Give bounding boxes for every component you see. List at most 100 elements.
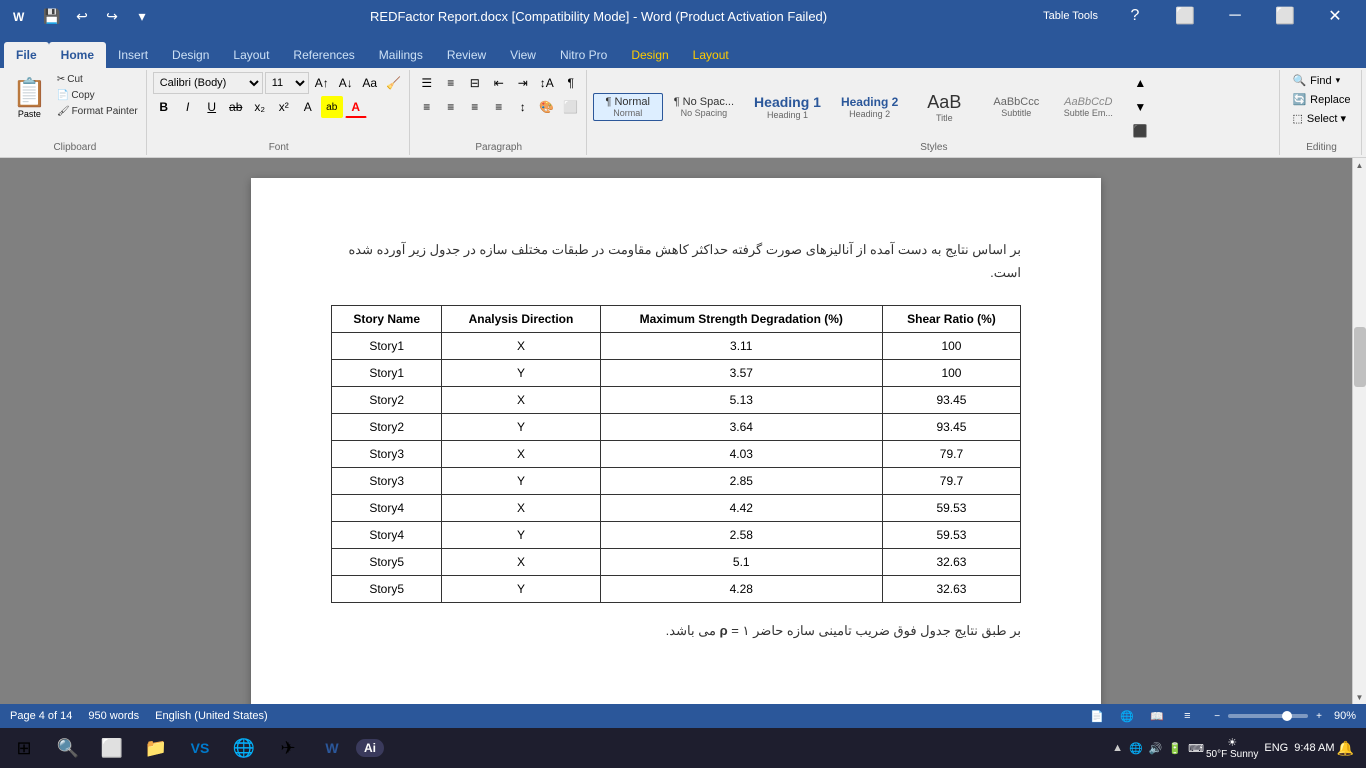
multilevel-btn[interactable]: ⊟ bbox=[464, 72, 486, 94]
increase-indent-btn[interactable]: ⇥ bbox=[512, 72, 534, 94]
font-name-select[interactable]: Calibri (Body) bbox=[153, 72, 263, 94]
maximize-btn[interactable]: ⬜ bbox=[1262, 0, 1308, 32]
network-icon[interactable]: 🌐 bbox=[1129, 742, 1143, 755]
line-spacing-btn[interactable]: ↕ bbox=[512, 96, 534, 118]
scroll-down-arrow[interactable]: ▼ bbox=[1353, 690, 1366, 704]
styles-expand[interactable]: ⬛ bbox=[1129, 120, 1151, 142]
highlight-color-btn[interactable]: ab bbox=[321, 96, 343, 118]
styles-scroll-up[interactable]: ▲ bbox=[1129, 72, 1151, 94]
tab-review[interactable]: Review bbox=[435, 42, 498, 68]
word-count: 950 words bbox=[88, 710, 139, 722]
scroll-thumb[interactable] bbox=[1354, 327, 1366, 387]
outline-view-btn[interactable]: ≡ bbox=[1176, 707, 1198, 725]
font-size-select[interactable]: 11 bbox=[265, 72, 309, 94]
subscript-btn[interactable]: x₂ bbox=[249, 96, 271, 118]
zoom-minus-btn[interactable]: − bbox=[1214, 711, 1220, 722]
align-left-btn[interactable]: ≡ bbox=[416, 96, 438, 118]
tab-design[interactable]: Design bbox=[160, 42, 221, 68]
start-icon[interactable]: ⊞ bbox=[4, 729, 44, 767]
word-taskbar-icon[interactable]: W bbox=[312, 729, 352, 767]
style-heading2[interactable]: Heading 2 Heading 2 bbox=[832, 92, 907, 122]
borders-btn[interactable]: ⬜ bbox=[560, 96, 582, 118]
shrink-font-btn[interactable]: A↓ bbox=[335, 72, 357, 94]
underline-btn[interactable]: U bbox=[201, 96, 223, 118]
style-subtle-em[interactable]: AaBbCcD Subtle Em... bbox=[1053, 93, 1123, 121]
align-right-btn[interactable]: ≡ bbox=[464, 96, 486, 118]
justify-btn[interactable]: ≡ bbox=[488, 96, 510, 118]
volume-icon[interactable]: 🔊 bbox=[1149, 742, 1163, 755]
paste-label: Paste bbox=[18, 109, 41, 119]
sort-btn[interactable]: ↕A bbox=[536, 72, 558, 94]
document-scroll[interactable]: بر اساس نتایج به دست آمده از آنالیزهای ص… bbox=[0, 158, 1352, 704]
tab-table-layout[interactable]: Layout bbox=[681, 42, 741, 68]
print-layout-btn[interactable]: 📄 bbox=[1086, 707, 1108, 725]
show-marks-btn[interactable]: ¶ bbox=[560, 72, 582, 94]
select-button[interactable]: ⬚ Select ▾ bbox=[1286, 110, 1352, 127]
tab-references[interactable]: References bbox=[281, 42, 366, 68]
redo-quick-btn[interactable]: ↪ bbox=[100, 4, 124, 28]
ai-label[interactable]: Ai bbox=[356, 739, 384, 757]
customize-quick-access[interactable]: ▾ bbox=[130, 4, 154, 28]
tab-table-design[interactable]: Design bbox=[619, 42, 680, 68]
font-row-1: Calibri (Body) 11 A↑ A↓ Aa 🧹 bbox=[153, 72, 405, 94]
zoom-plus-btn[interactable]: + bbox=[1316, 711, 1322, 722]
battery-icon[interactable]: 🔋 bbox=[1168, 742, 1182, 755]
tab-view[interactable]: View bbox=[498, 42, 548, 68]
minimize-btn[interactable]: ─ bbox=[1212, 0, 1258, 32]
superscript-btn[interactable]: x² bbox=[273, 96, 295, 118]
tab-insert[interactable]: Insert bbox=[106, 42, 160, 68]
clear-format-btn[interactable]: 🧹 bbox=[383, 72, 405, 94]
style-heading1[interactable]: Heading 1 Heading 1 bbox=[745, 91, 830, 123]
style-normal[interactable]: ¶ Normal Normal bbox=[593, 93, 663, 121]
save-quick-btn[interactable]: 💾 bbox=[40, 4, 64, 28]
vertical-scrollbar[interactable]: ▲ ▼ bbox=[1352, 158, 1366, 704]
change-case-btn[interactable]: Aa bbox=[359, 72, 381, 94]
decrease-indent-btn[interactable]: ⇤ bbox=[488, 72, 510, 94]
align-center-btn[interactable]: ≡ bbox=[440, 96, 462, 118]
files-icon[interactable]: 📁 bbox=[136, 729, 176, 767]
cut-button[interactable]: ✂ Cut bbox=[53, 72, 142, 87]
web-layout-btn[interactable]: 🌐 bbox=[1116, 707, 1138, 725]
style-subtitle[interactable]: AaBbCcc Subtitle bbox=[981, 93, 1051, 121]
vs-icon[interactable]: VS bbox=[180, 729, 220, 767]
strikethrough-btn[interactable]: ab bbox=[225, 96, 247, 118]
undo-quick-btn[interactable]: ↩ bbox=[70, 4, 94, 28]
tab-mailings[interactable]: Mailings bbox=[367, 42, 435, 68]
clock-display[interactable]: 9:48 AM bbox=[1294, 742, 1334, 754]
scroll-up-arrow[interactable]: ▲ bbox=[1353, 158, 1366, 172]
close-btn[interactable]: ✕ bbox=[1312, 0, 1358, 32]
italic-btn[interactable]: I bbox=[177, 96, 199, 118]
tab-layout[interactable]: Layout bbox=[221, 42, 281, 68]
font-color-btn[interactable]: A bbox=[345, 96, 367, 118]
taskview-icon[interactable]: ⬜ bbox=[92, 729, 132, 767]
search-icon[interactable]: 🔍 bbox=[48, 729, 88, 767]
language-display[interactable]: ENG bbox=[1264, 742, 1288, 754]
copy-button[interactable]: 📄 Copy bbox=[53, 88, 142, 103]
paste-button[interactable]: 📋 Paste bbox=[8, 72, 51, 123]
chrome-icon[interactable]: 🌐 bbox=[224, 729, 264, 767]
bold-btn[interactable]: B bbox=[153, 96, 175, 118]
tray-arrow[interactable]: ▲ bbox=[1112, 742, 1123, 754]
style-no-spacing[interactable]: ¶ No Spac... No Spacing bbox=[665, 93, 743, 121]
find-dropdown[interactable]: ▾ bbox=[1336, 75, 1341, 86]
zoom-slider[interactable] bbox=[1228, 714, 1308, 718]
format-painter-button[interactable]: 🖌 Format Painter bbox=[53, 104, 142, 119]
keyboard-icon[interactable]: ⌨ bbox=[1188, 742, 1204, 755]
replace-button[interactable]: 🔄 Replace bbox=[1286, 91, 1356, 108]
help-btn[interactable]: ? bbox=[1112, 0, 1158, 32]
styles-scroll-down[interactable]: ▼ bbox=[1129, 96, 1151, 118]
numbering-btn[interactable]: ≡ bbox=[440, 72, 462, 94]
text-effects-btn[interactable]: A bbox=[297, 96, 319, 118]
bullets-btn[interactable]: ☰ bbox=[416, 72, 438, 94]
tab-nitro-pro[interactable]: Nitro Pro bbox=[548, 42, 619, 68]
notification-icon[interactable]: 🔔 bbox=[1337, 740, 1354, 757]
grow-font-btn[interactable]: A↑ bbox=[311, 72, 333, 94]
ribbon-display-btn[interactable]: ⬜ bbox=[1162, 0, 1208, 32]
shading-btn[interactable]: 🎨 bbox=[536, 96, 558, 118]
read-mode-btn[interactable]: 📖 bbox=[1146, 707, 1168, 725]
tab-home[interactable]: Home bbox=[49, 42, 106, 68]
telegram-icon[interactable]: ✈ bbox=[268, 729, 308, 767]
style-title[interactable]: AaB Title bbox=[909, 89, 979, 126]
tab-file[interactable]: File bbox=[4, 42, 49, 68]
find-button[interactable]: 🔍 Find ▾ bbox=[1286, 72, 1346, 89]
